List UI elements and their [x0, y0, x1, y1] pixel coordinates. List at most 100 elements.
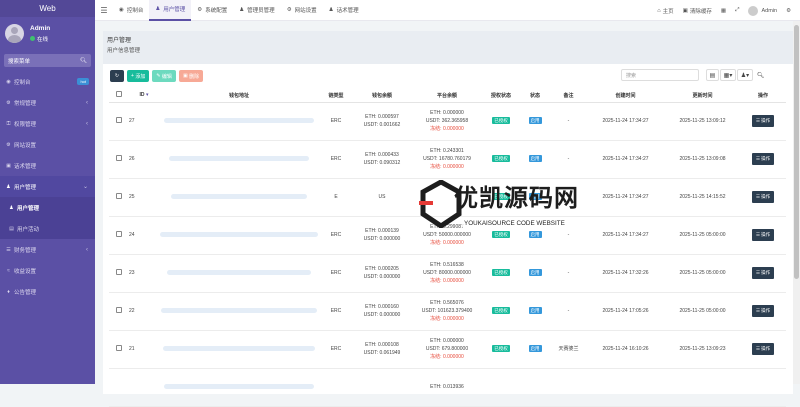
table-row[interactable]: 27 ERC ETH: 0.000597 USDT: 0.001662 ETH: 0.0…	[109, 102, 786, 141]
refresh-button[interactable]: ↻	[110, 70, 124, 82]
sidebar-item-finance[interactable]: ☰ 财务管理 ‹	[0, 239, 95, 260]
cell-wallet-address	[159, 216, 319, 255]
cogs-icon: ⚙	[6, 99, 11, 106]
translate-icon[interactable]: ▦	[721, 8, 726, 14]
row-select[interactable]	[109, 292, 129, 331]
cell-auth-status	[483, 368, 519, 407]
user-menu[interactable]: Admin	[748, 5, 777, 16]
col-id[interactable]: ID ▾	[129, 89, 159, 103]
sidebar-subitem-user-activity[interactable]: ▤ 用户活动	[0, 218, 95, 239]
table-row[interactable]: 22 ERC ETH: 0.000160 USDT: 0.000000 ETH: 0.5…	[109, 292, 786, 331]
row-action-label: 操作	[761, 270, 771, 275]
toggle-view-icon[interactable]: ▤	[706, 69, 719, 81]
status-badge[interactable]: 启用	[528, 307, 542, 314]
cell-actions: ☰ 操作	[740, 178, 786, 217]
home-link[interactable]: ⌂ 主页	[657, 7, 673, 15]
online-dot-icon	[30, 36, 35, 41]
cell-wallet-address	[159, 178, 319, 217]
table-search-input[interactable]: 搜索	[621, 69, 699, 81]
sidebar-subitem-users[interactable]: ♟ 用户管理	[0, 197, 95, 218]
checkbox[interactable]	[116, 154, 122, 161]
cell-wallet-address	[159, 368, 319, 407]
chart-icon: ≈	[7, 267, 10, 274]
row-action-button[interactable]: ☰ 操作	[751, 305, 775, 317]
sort-icon[interactable]: ▾	[146, 92, 149, 98]
wallet-usdt: USDT: 0.000000	[363, 312, 401, 318]
fullscreen-icon[interactable]: ⤢	[735, 7, 739, 14]
checkbox[interactable]	[116, 230, 122, 237]
cell-remark	[551, 368, 586, 407]
status-badge[interactable]: 启用	[528, 117, 542, 124]
dashboard-icon: ◉	[6, 78, 11, 85]
sidebar-item-general[interactable]: ⚙ 常规管理 ‹	[0, 92, 95, 113]
checkbox[interactable]	[116, 116, 122, 123]
delete-button[interactable]: ▣ 删除	[178, 70, 204, 82]
sidebar-item-earnings[interactable]: ≈ 收益设置	[0, 260, 95, 281]
sidebar-item-label: 控制台	[14, 79, 31, 86]
checkbox[interactable]	[116, 192, 122, 199]
status-badge[interactable]: 启用	[528, 269, 542, 276]
tab-label: 用户管理	[163, 7, 186, 13]
table-row[interactable]: 23 ERC ETH: 0.000205 USDT: 0.000000 ETH: 0.5…	[109, 254, 786, 293]
tab-label: 管理员管理	[247, 8, 275, 14]
row-action-button[interactable]: ☰ 操作	[751, 115, 775, 127]
col-wallet-balance: 钱包余额	[353, 89, 411, 103]
wallet-eth: ETH: 0.000205	[365, 266, 399, 272]
checkbox[interactable]	[116, 306, 122, 313]
status-badge[interactable]: 启用	[528, 345, 542, 352]
sidebar-item-permission[interactable]: ⚿ 权限管理 ‹	[0, 113, 95, 134]
edit-button[interactable]: ✎ 编辑	[152, 70, 176, 82]
row-select[interactable]	[109, 368, 129, 407]
sidebar-item-user-management[interactable]: ♟ 用户管理 ⌄	[0, 176, 95, 197]
checkbox[interactable]	[116, 344, 122, 351]
tab-system-config[interactable]: ⚙ 系统配置	[191, 0, 233, 21]
home-label: 主页	[662, 8, 674, 15]
menu-search-input[interactable]: 搜索菜单 🔍︎	[4, 54, 91, 67]
row-action-button[interactable]: ☰ 操作	[751, 229, 775, 241]
row-select[interactable]	[109, 140, 129, 179]
export-dropdown-icon[interactable]: ♟▾	[737, 69, 753, 81]
checkbox[interactable]	[116, 91, 122, 98]
row-action-button[interactable]: ☰ 操作	[751, 191, 775, 203]
row-action-button[interactable]: ☰ 操作	[751, 153, 775, 165]
select-all-checkbox[interactable]	[109, 89, 129, 103]
menu-toggle-icon[interactable]: ☰	[95, 6, 113, 15]
sidebar-item-announcements[interactable]: ♦ 公告管理	[0, 281, 95, 302]
search-toggle-icon[interactable]: 🔍︎	[754, 69, 767, 81]
tab-admin-management[interactable]: ♟ 管理员管理	[233, 0, 280, 21]
tab-scripts[interactable]: ♟ 话术管理	[323, 0, 365, 21]
settings-icon: ⚙	[6, 141, 11, 148]
row-select[interactable]	[109, 254, 129, 293]
sidebar-item-scripts[interactable]: ▣ 话术管理	[0, 155, 95, 176]
table-row[interactable]: ETH: 0.013936	[109, 368, 786, 407]
row-select[interactable]	[109, 178, 129, 217]
status-badge[interactable]: 启用	[528, 155, 542, 162]
page-scrollbar[interactable]	[793, 21, 800, 384]
settings-cog-icon[interactable]: ⚙	[786, 8, 791, 14]
cell-chain: ERC	[319, 292, 353, 331]
scrollbar-thumb[interactable]	[794, 25, 799, 279]
row-select[interactable]	[109, 330, 129, 369]
table-row[interactable]: 21 ERC ETH: 0.000108 USDT: 0.061949 ETH: 0.0…	[109, 330, 786, 369]
table-row[interactable]: 26 ERC ETH: 0.000433 USDT: 0.090312 ETH: 0.2…	[109, 140, 786, 179]
search-icon[interactable]: 🔍︎	[80, 58, 87, 64]
row-action-button[interactable]: ☰ 操作	[751, 267, 775, 279]
tab-user-management[interactable]: ♟ 用户管理	[149, 0, 192, 21]
platform-eth: ETH: 0.000000	[430, 110, 464, 116]
checkbox[interactable]	[116, 268, 122, 275]
row-select[interactable]	[109, 102, 129, 141]
sidebar-item-site-settings[interactable]: ⚙ 网站设置	[0, 134, 95, 155]
tab-site-settings[interactable]: ⚙ 网站设置	[281, 0, 323, 21]
col-updated: 更新时间	[665, 89, 740, 103]
cell-remark: -	[551, 254, 586, 293]
sidebar-item-dashboard[interactable]: ◉ 控制台 hot	[0, 71, 95, 92]
wallet-usdt: US	[378, 194, 386, 200]
brand-title[interactable]: Web	[0, 0, 95, 17]
add-button[interactable]: + 添加	[127, 70, 150, 82]
row-select[interactable]	[109, 216, 129, 255]
columns-dropdown-icon[interactable]: ▦▾	[720, 69, 736, 81]
row-action-button[interactable]: ☰ 操作	[751, 343, 775, 355]
list-icon: ☰	[755, 118, 760, 123]
clear-cache-button[interactable]: ▣ 清除缓存	[683, 7, 712, 15]
tab-dashboard[interactable]: ◉ 控制台	[113, 0, 149, 21]
